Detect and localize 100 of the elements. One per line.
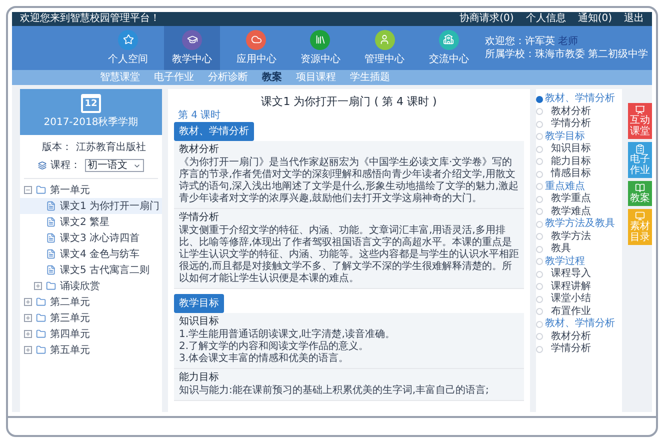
tree-item[interactable]: 第一单元 — [20, 182, 162, 198]
block-title: 学情分析 — [179, 212, 220, 224]
block-text: 《为你打开一扇门》是当代作家赵丽宏为《中国学生必读文库·文学卷》写的序言的节录,作者凭借对文学的深刻理解和感悟向青少年读者介绍文学,用散文诗式的语句,深入浅出地阐述了文学是什么,形象生动地描绘了文学的魅力,激起青少年读者对文学的浓厚兴趣,鼓励他们去打开文学这扇神奇的大门。 — [179, 157, 519, 205]
outline-link[interactable]: 教材、学情分析 — [545, 94, 615, 104]
tree-label: 第四单元 — [50, 328, 90, 342]
folder-icon — [36, 185, 46, 195]
folder-icon — [36, 297, 46, 307]
document-icon — [46, 265, 56, 275]
outline-link[interactable]: 课程讲解 — [545, 282, 591, 292]
block-text: 1.学生能用普通话朗读课文,吐字清楚,读音准确。 — [179, 329, 396, 340]
folder-icon — [36, 345, 46, 355]
tree-item[interactable]: 诵读欣赏 — [20, 278, 162, 294]
outline-link[interactable]: 重点难点 — [545, 182, 585, 192]
tree-label: 诵读欣赏 — [60, 280, 100, 294]
tree-item[interactable]: 第四单元 — [20, 326, 162, 342]
expand-icon[interactable] — [24, 330, 32, 338]
tree-label: 第三单元 — [50, 312, 90, 326]
tree-item[interactable]: 课文4 金色与纺车 — [20, 246, 162, 262]
tree-item[interactable]: 课文1 为你打开一扇门 — [20, 198, 162, 214]
block-title: 教材分析 — [179, 144, 220, 156]
tree-item[interactable]: 课文5 古代寓言二则 — [20, 262, 162, 278]
tree-item[interactable]: 课文2 繁星 — [20, 214, 162, 230]
user-name: 许军英 — [524, 36, 555, 47]
outline-link[interactable]: 教学目标 — [545, 132, 585, 142]
nav-tab[interactable]: 资源中心 — [292, 26, 349, 70]
expand-icon[interactable] — [24, 346, 32, 354]
book-icon — [635, 183, 645, 193]
folder-icon — [36, 313, 46, 323]
block-title: 能力目标 — [179, 372, 220, 384]
document-icon — [46, 201, 56, 211]
nav-tab[interactable]: 教学中心 — [164, 26, 220, 70]
clipboard-icon — [635, 144, 645, 154]
nav-tab[interactable]: 应用中心 — [228, 26, 284, 70]
document-icon — [46, 217, 56, 227]
period-link[interactable]: 第 4 课时 — [178, 109, 221, 122]
block-text: 知识与能力:能在课前预习的基础上积累优美的生字词,丰富自己的语言; — [179, 385, 490, 397]
tree-label: 课文4 金色与纺车 — [60, 248, 140, 262]
tree-label: 课文2 繁星 — [60, 216, 110, 230]
outline-link[interactable]: 教材分析 — [545, 332, 591, 342]
edition-name: 江苏教育出版社 — [76, 140, 146, 155]
school-name: 珠海市教委 第二初级中学 — [534, 49, 648, 60]
expand-icon[interactable] — [24, 298, 32, 306]
greeting-label: 欢迎您： — [484, 36, 525, 47]
calendar-date: 12 — [81, 94, 101, 113]
top-link[interactable]: 协商请求(0) — [460, 14, 514, 24]
tree-item[interactable]: 第五单元 — [20, 342, 162, 358]
expand-icon[interactable] — [24, 314, 32, 322]
nav-tab[interactable]: 个人空间 — [100, 26, 156, 70]
outline-link[interactable]: 知识目标 — [545, 144, 591, 154]
document-icon — [46, 233, 56, 243]
monitor-icon — [635, 211, 645, 221]
outline-link[interactable]: 课程导入 — [545, 269, 591, 280]
sub-nav-tab[interactable]: 教案 — [262, 72, 282, 82]
collapse-icon[interactable] — [24, 186, 32, 194]
outline-link[interactable]: 能力目标 — [545, 156, 591, 167]
block-text: 3.体会课文丰富的情感和优美的语言。 — [179, 353, 350, 365]
nav-tab[interactable]: 管理中心 — [356, 26, 413, 70]
block-text: 课文侧重于介绍文学的特征、内涵、功能。文章词汇丰富,用语灵活,多用排比、比喻等修辞,体现出了作者驾驭祖国语言文字的高超水平。本课的重点是让学生认识文学的特征、内涵、功能等。这些内容都是与学生的认识水平相距很远的,而且都是对接触文学不多、了解文学不深的学生很难解释清楚的。所以如何才能让学生认识便是本课的难点。 — [179, 225, 519, 285]
tree-item[interactable]: 课文3 冰心诗四首 — [20, 230, 162, 246]
presentation-icon — [635, 105, 645, 115]
tree-label: 课文5 古代寓言二则 — [60, 264, 150, 278]
outline-link[interactable]: 学情分析 — [545, 344, 591, 354]
user-role: 老师 — [558, 36, 578, 47]
tree-item[interactable]: 第三单元 — [20, 310, 162, 326]
nav-tab[interactable]: 交流中心 — [420, 26, 477, 70]
block-title: 知识目标 — [179, 316, 220, 328]
school-label: 所属学校： — [484, 49, 535, 60]
welcome-text: 欢迎您来到智慧校园管理平台！ — [20, 14, 160, 24]
quick-tile[interactable]: 互动课堂 — [628, 103, 652, 139]
course-select[interactable]: 初一语文 — [84, 159, 144, 172]
outline-link[interactable]: 情感目标 — [545, 169, 591, 180]
outline-link[interactable]: 教材分析 — [545, 106, 591, 117]
top-link[interactable]: 通知(0) — [578, 14, 612, 24]
tree-label: 第二单元 — [50, 296, 90, 310]
outline-link[interactable]: 教具 — [545, 244, 571, 254]
section-heading: 教学目标 — [174, 294, 224, 313]
outline-link[interactable]: 教学过程 — [545, 256, 585, 267]
edition-label: 版本： — [42, 140, 72, 155]
tree-label: 第五单元 — [50, 344, 90, 358]
folder-icon — [46, 281, 56, 291]
outline-link[interactable]: 教材、学情分析 — [545, 319, 615, 330]
lesson-title: 课文1 为你打开一扇门 ( 第 4 课时 ) — [260, 95, 438, 109]
tree-label: 第一单元 — [50, 184, 90, 198]
outline-link[interactable]: 布置作业 — [545, 306, 591, 317]
section-heading: 教材、学情分析 — [174, 122, 254, 141]
tree-label: 课文3 冰心诗四首 — [60, 232, 140, 246]
outline-link[interactable]: 教学方法 — [545, 232, 591, 242]
tree-label: 课文1 为你打开一扇门 — [60, 200, 160, 214]
outline-link[interactable]: 教学重点 — [545, 194, 591, 204]
outline-link[interactable]: 学情分析 — [545, 119, 591, 130]
outline-link[interactable]: 教学难点 — [545, 206, 591, 217]
document-icon — [46, 249, 56, 259]
outline-link[interactable]: 教学方法及教具 — [545, 219, 615, 230]
expand-icon[interactable] — [34, 282, 42, 290]
course-icon — [38, 161, 47, 170]
outline-link[interactable]: 课堂小结 — [545, 294, 591, 304]
course-label: 课程： — [50, 159, 81, 173]
top-link[interactable]: 个人信息 — [526, 14, 566, 24]
top-link[interactable]: 退出 — [624, 14, 644, 24]
tree-item[interactable]: 第二单元 — [20, 294, 162, 310]
